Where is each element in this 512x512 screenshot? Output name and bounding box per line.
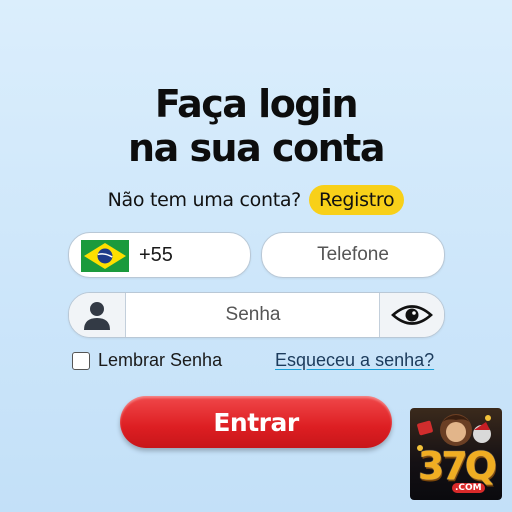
login-button[interactable]: Entrar [120, 396, 392, 448]
page-title-line-1: Faça login [154, 82, 359, 126]
signup-prompt-text: Não tem uma conta? [107, 189, 302, 211]
remember-password-label[interactable]: Lembrar Senha [98, 350, 222, 371]
brazil-flag-icon [81, 240, 129, 272]
password-field[interactable] [68, 292, 445, 338]
user-icon-segment [69, 293, 126, 337]
remember-password-row: Lembrar Senha [72, 350, 222, 371]
forgot-password-link[interactable]: Esqueceu a senha? [275, 350, 434, 371]
show-password-toggle[interactable] [379, 293, 444, 337]
brand-logo-text: 37Q [417, 444, 497, 488]
login-button-label: Entrar [213, 407, 299, 437]
signup-prompt-row: Não tem uma conta? Registro [0, 185, 512, 215]
phone-input[interactable] [262, 233, 444, 277]
eye-icon [391, 305, 433, 325]
country-code-text: +55 [139, 244, 173, 266]
page-title: Faça login na sua conta [0, 82, 512, 170]
phone-field[interactable] [261, 232, 445, 278]
register-button[interactable]: Registro [308, 185, 405, 215]
password-input-wrap [126, 293, 380, 337]
country-code-selector[interactable]: +55 [68, 232, 251, 278]
page-title-line-2: na sua conta [128, 126, 385, 170]
brand-logo-subtext: .COM [452, 483, 485, 493]
password-input[interactable] [126, 293, 380, 337]
user-icon [84, 302, 110, 330]
remember-password-checkbox[interactable] [72, 351, 90, 370]
